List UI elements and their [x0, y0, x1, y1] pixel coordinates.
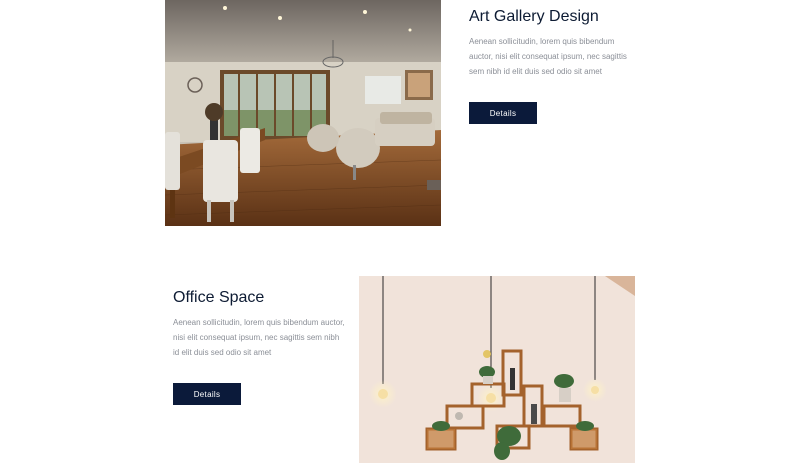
- section-description: Aenean sollicitudin, lorem quis bibendum…: [469, 37, 627, 76]
- details-button[interactable]: Details: [469, 102, 537, 124]
- details-button[interactable]: Details: [173, 383, 241, 405]
- living-room-image: [165, 0, 441, 226]
- wall-shelves-image: [359, 276, 635, 463]
- page: Art Gallery Design Aenean sollicitudin, …: [0, 0, 800, 463]
- section-title: Office Space: [173, 289, 265, 306]
- section-title: Art Gallery Design: [469, 8, 599, 25]
- section-description: Aenean sollicitudin, lorem quis bibendum…: [173, 318, 345, 357]
